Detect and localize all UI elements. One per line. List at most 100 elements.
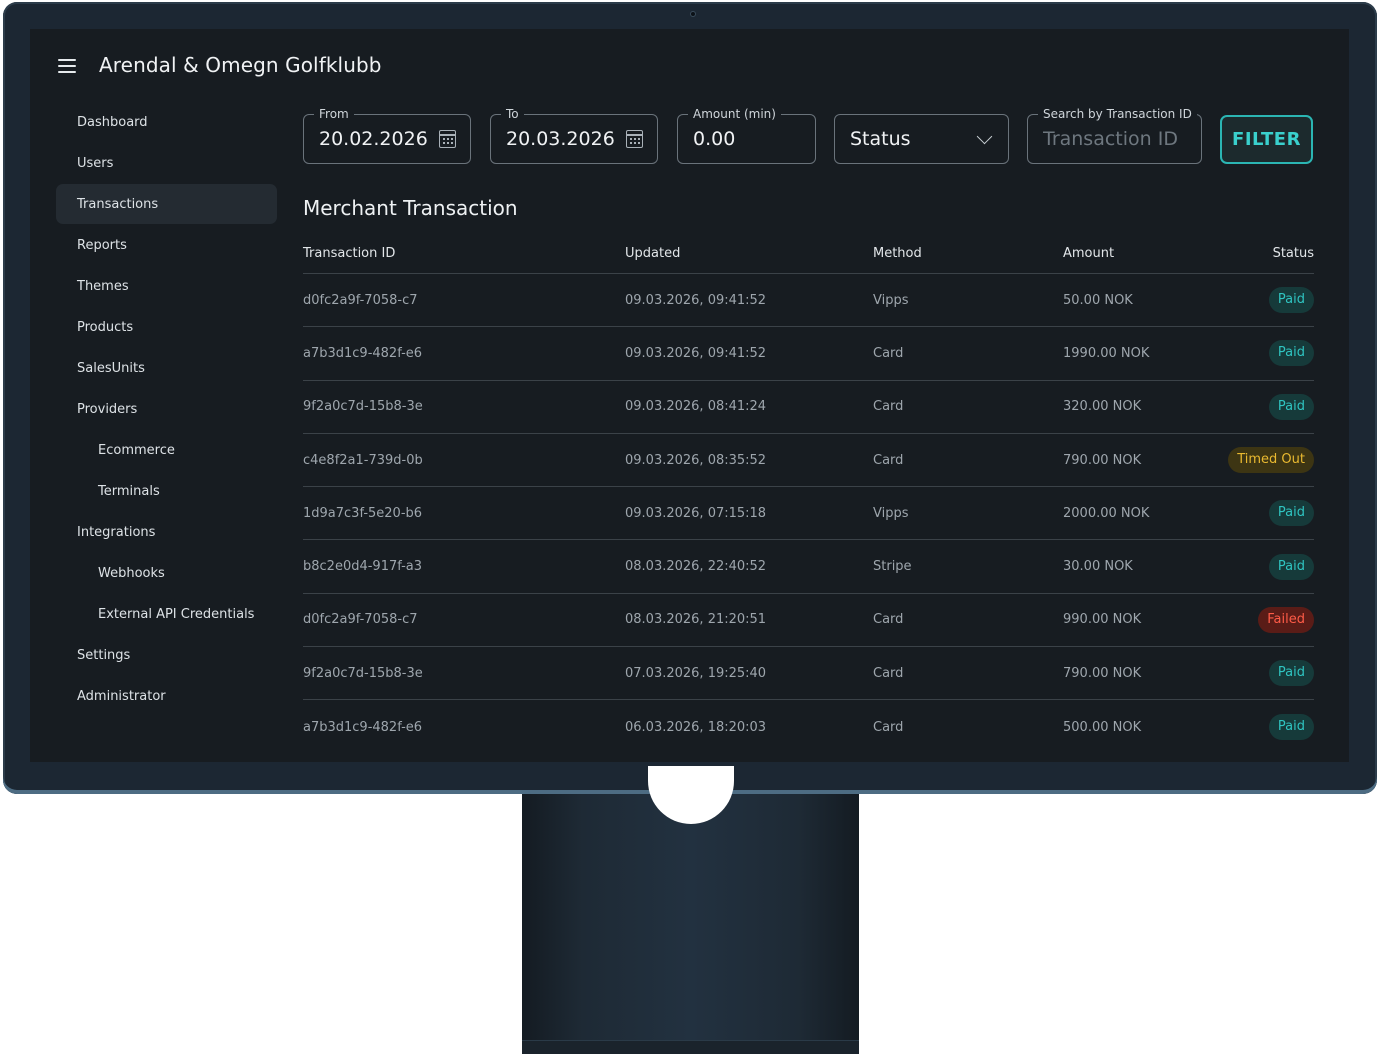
transaction-id-search[interactable]: Search by Transaction ID (1027, 106, 1202, 164)
table-body: d0fc2a9f-7058-c7 09.03.2026, 09:41:52 Vipp… (303, 274, 1314, 754)
method-cell: Card (873, 399, 904, 415)
from-date-field[interactable]: From 20.02.2026 (303, 106, 471, 164)
app-title: Arendal & Omegn Golfklubb (99, 53, 382, 77)
chevron-down-icon (976, 128, 993, 145)
amount-cell: 320.00 NOK (1063, 399, 1142, 415)
status-cell: Paid (1234, 714, 1314, 741)
amount-cell: 2000.00 NOK (1063, 505, 1150, 521)
to-date-field[interactable]: To 20.03.2026 (490, 106, 658, 164)
method-cell: Card (873, 345, 904, 361)
status-badge: Paid (1268, 287, 1314, 314)
column-header-updated[interactable]: Updated (625, 246, 873, 261)
sidebar-item-ecommerce[interactable]: Ecommerce (56, 430, 277, 470)
status-cell: Paid (1234, 287, 1314, 314)
hamburger-menu-icon[interactable] (58, 59, 76, 73)
monitor-stand-base (522, 1040, 859, 1054)
sidebar-item-settings[interactable]: Settings (56, 635, 277, 675)
column-header-method[interactable]: Method (873, 246, 1063, 261)
amount-cell: 990.00 NOK (1063, 612, 1142, 628)
method-cell: Stripe (873, 559, 912, 575)
method-cell: Card (873, 452, 904, 468)
updated-cell: 06.03.2026, 18:20:03 (625, 719, 767, 735)
transaction-id-cell: d0fc2a9f-7058-c7 (303, 612, 418, 628)
status-badge: Paid (1268, 553, 1314, 580)
calendar-icon[interactable] (439, 130, 456, 148)
sidebar-item-themes[interactable]: Themes (56, 266, 277, 306)
column-header-amount[interactable]: Amount (1063, 246, 1234, 261)
sidebar-item-terminals[interactable]: Terminals (56, 471, 277, 511)
status-badge: Paid (1268, 714, 1314, 741)
status-cell: Failed (1234, 606, 1314, 633)
table-row[interactable]: b8c2e0d4-917f-a3 08.03.2026, 22:40:52 Stri… (303, 540, 1314, 594)
calendar-icon[interactable] (626, 130, 643, 148)
sidebar-item-dashboard[interactable]: Dashboard (56, 102, 277, 142)
updated-cell: 09.03.2026, 08:41:24 (625, 399, 767, 415)
table-row[interactable]: 9f2a0c7d-15b8-3e 07.03.2026, 19:25:40 Card… (303, 647, 1314, 701)
sidebar-item-reports[interactable]: Reports (56, 225, 277, 265)
method-cell: Card (873, 665, 904, 681)
transactions-table: Transaction ID Updated Method Amount Sta… (303, 234, 1314, 754)
from-date-label: From (314, 106, 354, 122)
sidebar-item-external-api-credentials[interactable]: External API Credentials (56, 594, 277, 634)
transaction-id-cell: 9f2a0c7d-15b8-3e (303, 665, 423, 681)
status-badge: Paid (1268, 660, 1314, 687)
app-screen: Arendal & Omegn Golfklubb Dashboard Users… (30, 29, 1349, 762)
status-cell: Paid (1234, 553, 1314, 580)
status-cell: Paid (1234, 393, 1314, 420)
to-date-label: To (501, 106, 524, 122)
amount-cell: 50.00 NOK (1063, 292, 1133, 308)
method-cell: Card (873, 612, 904, 628)
table-row[interactable]: c4e8f2a1-739d-0b 09.03.2026, 08:35:52 Card… (303, 434, 1314, 488)
status-cell: Paid (1234, 340, 1314, 367)
transaction-id-cell: a7b3d1c9-482f-e6 (303, 719, 423, 735)
filter-button[interactable]: FILTER (1220, 115, 1313, 164)
table-row[interactable]: a7b3d1c9-482f-e6 09.03.2026, 09:41:52 Card… (303, 327, 1314, 381)
sidebar-item-transactions[interactable]: Transactions (56, 184, 277, 224)
search-label: Search by Transaction ID (1038, 106, 1197, 122)
amount-min-field[interactable]: Amount (min) 0.00 (677, 106, 816, 164)
transaction-id-cell: 9f2a0c7d-15b8-3e (303, 399, 423, 415)
sidebar-item-salesunits[interactable]: SalesUnits (56, 348, 277, 388)
updated-cell: 09.03.2026, 07:15:18 (625, 505, 767, 521)
sidebar-item-webhooks[interactable]: Webhooks (56, 553, 277, 593)
transaction-id-cell: c4e8f2a1-739d-0b (303, 452, 423, 468)
page-title: Merchant Transaction (303, 196, 518, 220)
method-cell: Vipps (873, 505, 909, 521)
transaction-id-cell: 1d9a7c3f-5e20-b6 (303, 505, 423, 521)
amount-min-value: 0.00 (693, 128, 736, 150)
sidebar-item-products[interactable]: Products (56, 307, 277, 347)
sidebar-item-providers[interactable]: Providers (56, 389, 277, 429)
table-row[interactable]: d0fc2a9f-7058-c7 08.03.2026, 21:20:51 Card… (303, 594, 1314, 648)
amount-cell: 790.00 NOK (1063, 452, 1142, 468)
updated-cell: 08.03.2026, 22:40:52 (625, 559, 767, 575)
sidebar-nav: Dashboard Users Transactions Reports Themes P… (56, 102, 277, 717)
transaction-id-input[interactable] (1043, 125, 1193, 153)
sidebar-item-integrations[interactable]: Integrations (56, 512, 277, 552)
updated-cell: 09.03.2026, 09:41:52 (625, 292, 767, 308)
sidebar-item-users[interactable]: Users (56, 143, 277, 183)
monitor-stand (522, 790, 859, 1054)
table-row[interactable]: 1d9a7c3f-5e20-b6 09.03.2026, 07:15:18 Vipp… (303, 487, 1314, 541)
amount-cell: 500.00 NOK (1063, 719, 1142, 735)
transaction-id-cell: a7b3d1c9-482f-e6 (303, 345, 423, 361)
transaction-id-cell: d0fc2a9f-7058-c7 (303, 292, 418, 308)
status-badge: Paid (1268, 500, 1314, 527)
method-cell: Card (873, 719, 904, 735)
status-badge: Paid (1268, 393, 1314, 420)
status-badge: Paid (1268, 340, 1314, 367)
status-badge: Timed Out (1228, 447, 1314, 474)
amount-cell: 30.00 NOK (1063, 559, 1133, 575)
from-date-value: 20.02.2026 (319, 128, 428, 150)
to-date-value: 20.03.2026 (506, 128, 615, 150)
status-select-value: Status (850, 128, 911, 150)
status-cell: Timed Out (1228, 447, 1314, 474)
table-row[interactable]: a7b3d1c9-482f-e6 06.03.2026, 18:20:03 Card… (303, 700, 1314, 753)
status-select[interactable]: Status (834, 114, 1009, 164)
sidebar-item-administrator[interactable]: Administrator (56, 676, 277, 716)
updated-cell: 09.03.2026, 08:35:52 (625, 452, 767, 468)
table-row[interactable]: d0fc2a9f-7058-c7 09.03.2026, 09:41:52 Vipp… (303, 274, 1314, 328)
method-cell: Vipps (873, 292, 909, 308)
table-row[interactable]: 9f2a0c7d-15b8-3e 09.03.2026, 08:41:24 Card… (303, 381, 1314, 434)
column-header-transaction-id[interactable]: Transaction ID (303, 246, 625, 261)
column-header-status[interactable]: Status (1234, 246, 1314, 261)
